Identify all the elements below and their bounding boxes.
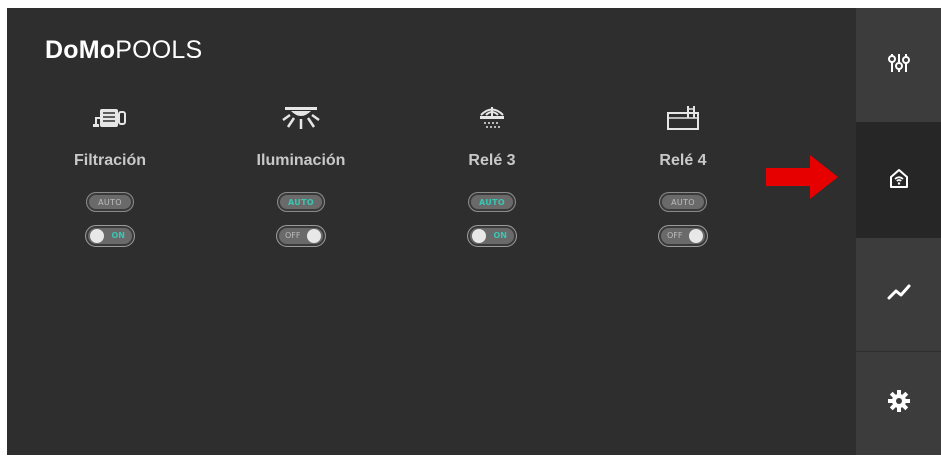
sidebar-item-controls[interactable]	[856, 8, 941, 122]
toggle-knob	[472, 229, 486, 243]
toggle-knob	[689, 229, 703, 243]
brand-logo: DoMoPOOLS	[45, 36, 202, 65]
toggle-label: OFF	[667, 231, 683, 240]
auto-button-label: AUTO	[479, 197, 505, 207]
auto-button-label: AUTO	[671, 197, 695, 207]
sidebar-item-settings[interactable]	[856, 352, 941, 455]
power-toggle[interactable]: OFF	[276, 225, 326, 247]
device-label: Iluminación	[256, 152, 346, 169]
sidebar-item-home[interactable]	[856, 122, 941, 238]
auto-button[interactable]: AUTO	[86, 192, 134, 212]
device-iluminacion: Iluminación AUTO OFF	[241, 98, 361, 247]
power-toggle[interactable]: ON	[467, 225, 517, 247]
fountain-icon	[432, 98, 552, 138]
gear-icon	[887, 389, 911, 418]
sidebar-item-stats[interactable]	[856, 238, 941, 352]
pool-icon	[623, 98, 743, 138]
device-filtracion: Filtración AUTO ON	[50, 98, 170, 247]
light-icon	[241, 98, 361, 138]
device-label: Relé 4	[659, 152, 707, 169]
brand-part1: DoMo	[45, 36, 116, 64]
sliders-icon	[887, 52, 910, 79]
toggle-knob	[90, 229, 104, 243]
red-arrow-icon	[766, 155, 838, 204]
power-toggle[interactable]: OFF	[658, 225, 708, 247]
home-wifi-icon	[888, 167, 910, 194]
auto-button[interactable]: AUTO	[468, 192, 516, 212]
power-toggle[interactable]: ON	[85, 225, 135, 247]
device-rele-3: Relé 3 AUTO ON	[432, 98, 552, 247]
sidebar-nav	[856, 8, 941, 455]
device-label: Relé 3	[468, 152, 516, 169]
auto-button-label: AUTO	[288, 197, 314, 207]
toggle-label: ON	[111, 231, 126, 240]
toggle-label: OFF	[285, 231, 301, 240]
brand-part2: POOLS	[115, 36, 203, 64]
auto-button[interactable]: AUTO	[277, 192, 325, 212]
trend-icon	[887, 283, 911, 306]
main-screen: DoMoPOOLS Filtración AUTO ON Iluminación…	[7, 8, 856, 455]
auto-button[interactable]: AUTO	[659, 192, 707, 212]
device-label: Filtración	[73, 152, 146, 169]
toggle-knob	[307, 229, 321, 243]
auto-button-label: AUTO	[98, 197, 122, 207]
pump-icon	[50, 98, 170, 138]
device-rele-4: Relé 4 AUTO OFF	[623, 98, 743, 247]
toggle-label: ON	[493, 231, 508, 240]
